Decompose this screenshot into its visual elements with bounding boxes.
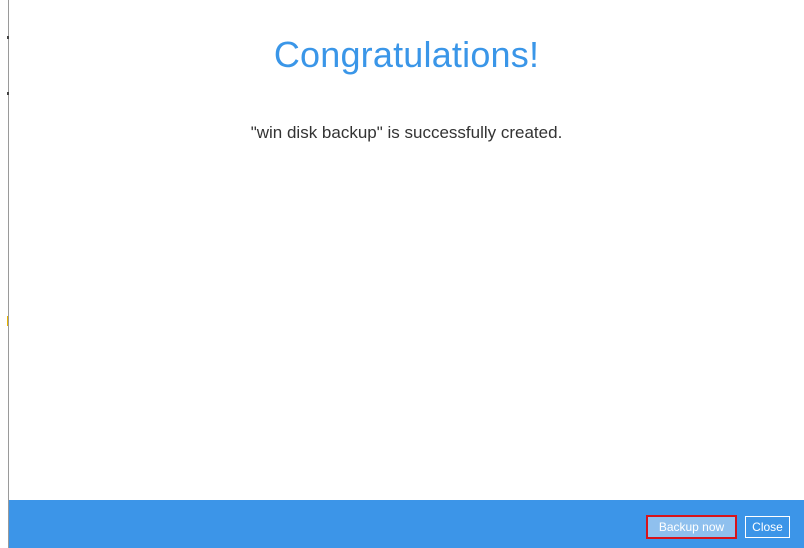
page-title: Congratulations! bbox=[273, 34, 540, 75]
success-message: "win disk backup" is successfully create… bbox=[250, 123, 563, 142]
backup-set-created-window: Congratulations! "win disk backup" is su… bbox=[0, 0, 804, 548]
dialog-content: Congratulations! "win disk backup" is su… bbox=[9, 0, 804, 500]
backup-now-button[interactable]: Backup now bbox=[646, 515, 737, 539]
footer-bar: Backup now Close bbox=[9, 500, 804, 548]
left-border-mark bbox=[7, 316, 8, 326]
close-button[interactable]: Close bbox=[745, 516, 790, 538]
